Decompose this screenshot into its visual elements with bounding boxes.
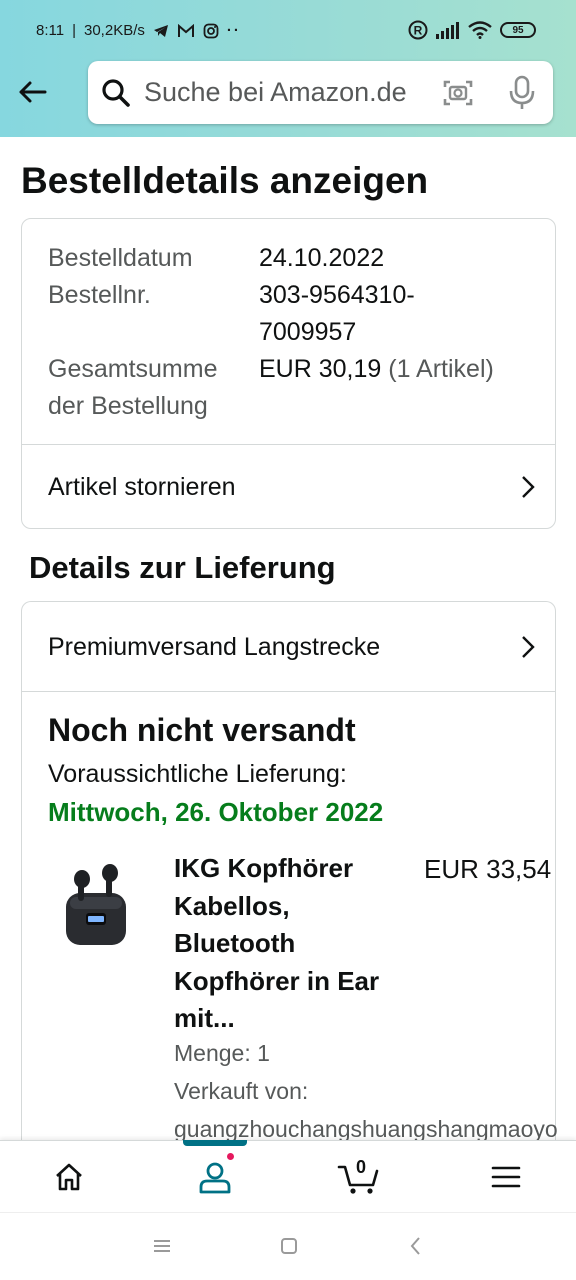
order-number-value-line2: 7009957 bbox=[259, 318, 357, 346]
registered-icon: R bbox=[408, 20, 428, 40]
signal-icon bbox=[436, 22, 459, 39]
product-title-line: mit... bbox=[174, 1003, 235, 1033]
estimated-delivery-label: Voraussichtliche Lieferung: bbox=[48, 760, 347, 788]
user-icon bbox=[199, 1162, 231, 1194]
order-total-label-line2: der Bestellung bbox=[48, 392, 208, 420]
seller-name[interactable]: guangzhouchangshuangshangmaoyo bbox=[174, 1116, 558, 1143]
status-bar: 8:11 | 30,2KB/s ·· R 95 bbox=[0, 0, 576, 62]
notification-dot bbox=[225, 1151, 236, 1162]
system-navigation-bar bbox=[0, 1212, 576, 1280]
product-title-line: Kabellos, bbox=[174, 890, 290, 921]
delivery-card: Premiumversand Langstrecke Noch nicht ve… bbox=[21, 601, 558, 1161]
home-button-icon[interactable] bbox=[279, 1235, 299, 1257]
cart-count: 0 bbox=[356, 1157, 367, 1177]
shipment-status: Noch nicht versandt bbox=[48, 712, 356, 748]
product-price: EUR 33,54 bbox=[424, 854, 552, 884]
order-total-amount: EUR 30,19 bbox=[259, 355, 382, 383]
order-summary-card: Bestelldatum 24.10.2022 Bestellnr. 303-9… bbox=[21, 218, 556, 529]
page-title: Bestelldetails anzeigen bbox=[21, 160, 429, 201]
nav-home[interactable] bbox=[21, 1141, 117, 1213]
order-number-value-line1: 303-9564310- bbox=[259, 281, 415, 309]
status-divider: | bbox=[72, 22, 76, 39]
arrow-left-icon bbox=[19, 81, 47, 103]
product-title-line: Bluetooth bbox=[174, 928, 296, 958]
order-total-value: EUR 30,19 (1 Artikel) bbox=[259, 351, 494, 388]
product-quantity: Menge: 1 bbox=[174, 1040, 270, 1066]
bottom-navigation: 0 bbox=[0, 1140, 576, 1212]
gmail-icon bbox=[177, 23, 194, 37]
order-number-label: Bestellnr. bbox=[48, 281, 151, 309]
nav-account[interactable] bbox=[167, 1141, 263, 1213]
seller-label: Verkauft von: bbox=[174, 1078, 309, 1104]
shipping-method-link[interactable]: Premiumversand Langstrecke bbox=[22, 602, 555, 692]
status-network-speed: 30,2KB/s bbox=[84, 22, 145, 39]
nav-menu[interactable] bbox=[458, 1141, 554, 1213]
order-date-label: Bestelldatum bbox=[48, 244, 193, 272]
nav-cart[interactable]: 0 bbox=[311, 1141, 407, 1213]
order-date-value: 24.10.2022 bbox=[259, 244, 385, 272]
svg-text:R: R bbox=[414, 24, 423, 38]
chevron-right-icon bbox=[522, 636, 535, 658]
hamburger-menu-icon bbox=[491, 1166, 521, 1188]
cancel-items-link[interactable]: Artikel stornieren bbox=[22, 445, 555, 529]
order-total-label-line1: Gesamtsumme bbox=[48, 355, 218, 383]
wifi-icon bbox=[468, 21, 492, 39]
telegram-icon bbox=[153, 24, 168, 37]
search-bar[interactable]: Suche bei Amazon.de bbox=[88, 61, 553, 124]
cancel-items-label: Artikel stornieren bbox=[48, 472, 236, 501]
product-image[interactable] bbox=[60, 857, 132, 953]
back-button[interactable] bbox=[14, 74, 50, 110]
delivery-section-title: Details zur Lieferung bbox=[29, 550, 336, 585]
battery-indicator: 95 bbox=[500, 22, 536, 38]
divider bbox=[22, 691, 555, 692]
chevron-right-icon bbox=[522, 476, 535, 498]
recent-apps-icon[interactable] bbox=[152, 1235, 172, 1257]
search-input[interactable]: Suche bei Amazon.de bbox=[144, 77, 429, 108]
shipping-method-label: Premiumversand Langstrecke bbox=[48, 632, 381, 661]
status-time: 8:11 bbox=[36, 22, 65, 39]
home-icon bbox=[56, 1163, 82, 1191]
product-title[interactable]: IKG Kopfhörer Kabellos, Bluetooth Kopfhö… bbox=[174, 850, 414, 1038]
back-nav-icon[interactable] bbox=[406, 1235, 426, 1257]
estimated-delivery-date: Mittwoch, 26. Oktober 2022 bbox=[48, 797, 384, 827]
more-notifications-icon: ·· bbox=[226, 22, 241, 39]
order-item-count: (1 Artikel) bbox=[388, 355, 494, 383]
search-icon bbox=[102, 79, 130, 107]
microphone-icon[interactable] bbox=[508, 75, 536, 111]
app-header: 8:11 | 30,2KB/s ·· R 95 Suche bei Amazon… bbox=[0, 0, 576, 137]
instagram-icon bbox=[203, 23, 219, 38]
product-title-line: IKG Kopfhörer bbox=[174, 853, 354, 883]
product-title-line: Kopfhörer in Ear bbox=[174, 965, 380, 996]
camera-search-icon[interactable] bbox=[442, 77, 474, 109]
